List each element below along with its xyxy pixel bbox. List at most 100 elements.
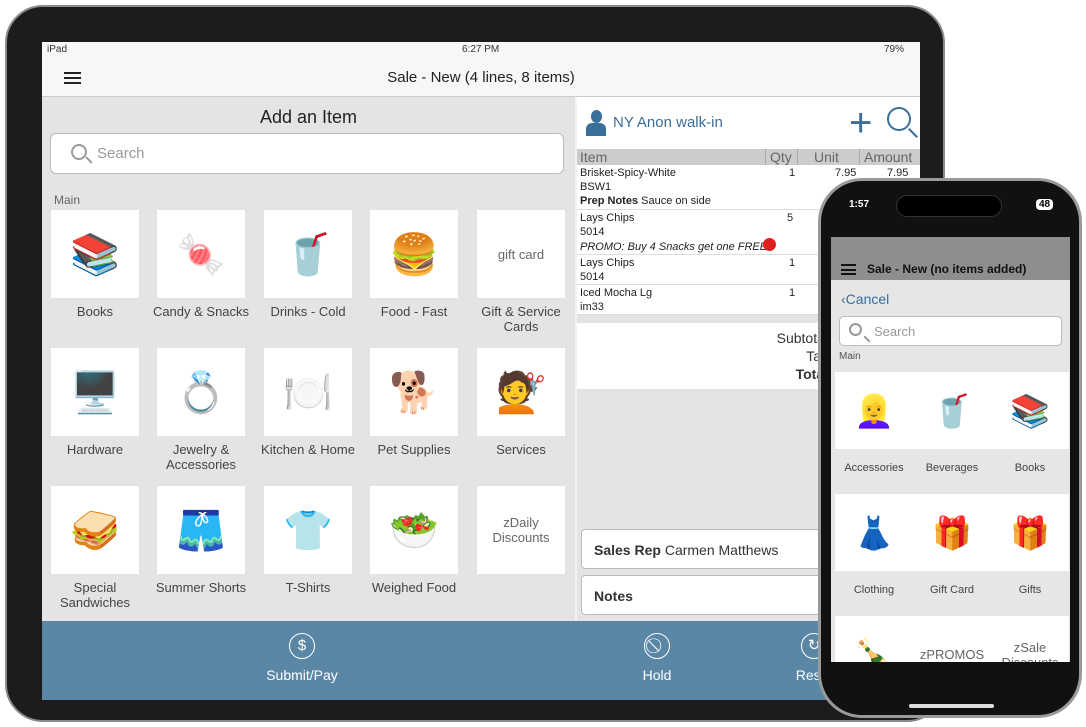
add-item-heading: Add an Item (259, 107, 358, 127)
qty: 1 (789, 287, 796, 299)
item-sku: 5014 (580, 226, 605, 238)
no-entry-icon: ⃠ (644, 633, 670, 659)
add-icon[interactable]: + (849, 103, 872, 143)
category-tile[interactable]: 💍 Jewelry & Accessories (151, 348, 251, 472)
ipad-device: iPad 6:27 PM 79% Sale - New (4 lines, 8 … (5, 5, 945, 722)
category-label: Clothing (853, 584, 895, 596)
battery-level: 79% (884, 44, 905, 55)
phone-clock: 1:57 (849, 199, 870, 210)
category-image: 🎁 (913, 494, 991, 571)
sales-rep-label: Sales Rep (594, 542, 661, 558)
category-label: Special Sandwiches (59, 580, 131, 610)
phone-search-input[interactable]: Search (839, 316, 1062, 346)
category-tile[interactable]: zSale Discounts (991, 616, 1069, 662)
cancel-button[interactable]: ‹Cancel (831, 280, 1070, 316)
table-header: Item Qty Unit Amount (577, 149, 920, 165)
category-tile[interactable]: 📚 Books (991, 372, 1069, 474)
item-sku: BSW1 (580, 181, 612, 193)
tax-label: Tax (577, 347, 828, 365)
submit-pay-button[interactable]: $ Submit/Pay (242, 633, 362, 683)
category-image: 🥤 (913, 372, 991, 449)
category-tile[interactable]: 🖥️ Hardware (45, 348, 145, 457)
category-image: 🖥️ (51, 348, 139, 436)
customer-icon (586, 110, 606, 136)
category-image: 🍔 (370, 210, 458, 298)
item-sku: im33 (580, 301, 604, 313)
qty: 5 (787, 212, 794, 224)
category-tile[interactable]: 🐕 Pet Supplies (364, 348, 464, 457)
page-title: Sale - New (4 lines, 8 items) (387, 69, 575, 86)
home-indicator (909, 704, 994, 708)
category-tile[interactable]: 🩳 Summer Shorts (151, 486, 251, 595)
status-bar: iPad 6:27 PM 79% (42, 42, 920, 58)
category-label: T-Shirts (285, 580, 331, 595)
category-image: 🥪 (51, 486, 139, 574)
iphone-device: 1:57 48 Sale - New (no items added) ‹Can… (818, 178, 1082, 718)
qty: 1 (789, 257, 796, 269)
category-label: Food - Fast (380, 304, 448, 319)
category-tile[interactable]: 🍽️ Kitchen & Home (258, 348, 358, 457)
device-name: iPad (47, 44, 68, 55)
category-label: Jewelry & Accessories (165, 442, 237, 472)
category-label: Drinks - Cold (270, 304, 346, 319)
category-tile[interactable]: zDaily Discounts (471, 486, 571, 580)
ipad-screen: iPad 6:27 PM 79% Sale - New (4 lines, 8 … (42, 42, 920, 700)
subtotal-label: Subtotal (776, 330, 828, 346)
category-label: Pet Supplies (377, 442, 451, 457)
category-tile[interactable]: 🍾 (835, 616, 913, 662)
category-tile[interactable]: 🥤 Beverages (913, 372, 991, 474)
action-bar: $Submit/Pay ⃠Hold ↻Reset (42, 621, 920, 700)
col-item: Item (580, 149, 608, 165)
category-tile[interactable]: 🍬 Candy & Snacks (151, 210, 251, 319)
category-tile[interactable]: 🥪 Special Sandwiches (45, 486, 145, 610)
category-tile[interactable]: 🥗 Weighed Food (364, 486, 464, 595)
dollar-icon: $ (289, 633, 315, 659)
category-image: gift card (477, 210, 565, 298)
category-tile[interactable]: 👕 T-Shirts (258, 486, 358, 595)
category-label: Books (76, 304, 114, 319)
customer-header[interactable]: NY Anon walk-in + (577, 97, 920, 149)
dynamic-island (896, 195, 1002, 217)
promo-text: PROMO: Buy 4 Snacks get one FREE (580, 241, 768, 253)
search-icon (71, 144, 87, 160)
category-tile[interactable]: 🍔 Food - Fast (364, 210, 464, 319)
category-tile[interactable]: 🎁 Gift Card (913, 494, 991, 596)
phone-title: Sale - New (no items added) (867, 262, 1027, 276)
customer-name[interactable]: NY Anon walk-in (613, 114, 723, 131)
col-unit: Unit (797, 149, 839, 165)
category-label: Hardware (66, 442, 124, 457)
category-image: 🎁 (991, 494, 1069, 571)
category-image: 🥤 (264, 210, 352, 298)
category-image: 🐕 (370, 348, 458, 436)
category-tile[interactable]: zPROMOS (913, 616, 991, 662)
category-tile[interactable]: 👱‍♀️ Accessories (835, 372, 913, 474)
search-input[interactable]: Search (50, 133, 564, 174)
category-label: Gift & Service Cards (481, 304, 561, 334)
category-label: Weighed Food (371, 580, 457, 595)
category-image: 🍬 (157, 210, 245, 298)
category-tile[interactable]: 👗 Clothing (835, 494, 913, 596)
category-image: zSale Discounts (991, 616, 1069, 662)
category-image: zPROMOS (913, 616, 991, 662)
category-image: zDaily Discounts (477, 486, 565, 574)
item-name: Iced Mocha Lg (580, 287, 653, 299)
remove-promo-icon[interactable] (763, 238, 776, 251)
category-image: 👱‍♀️ (835, 372, 913, 449)
category-tile[interactable]: 🥤 Drinks - Cold (258, 210, 358, 319)
search-customer-icon[interactable] (887, 107, 911, 131)
clock: 6:27 PM (462, 44, 500, 55)
menu-icon[interactable] (64, 72, 81, 84)
note-text: Sauce on side (641, 195, 711, 207)
category-image: 💍 (157, 348, 245, 436)
category-label: Gift Card (929, 584, 974, 596)
category-tile[interactable]: gift card Gift & Service Cards (471, 210, 571, 334)
category-image: 📚 (51, 210, 139, 298)
category-image: 🥗 (370, 486, 458, 574)
category-tile[interactable]: 📚 Books (45, 210, 145, 319)
sales-rep-value: Carmen Matthews (664, 542, 779, 558)
menu-icon[interactable] (841, 264, 856, 275)
category-tile[interactable]: 🎁 Gifts (991, 494, 1069, 596)
hold-button[interactable]: ⃠Hold (597, 633, 717, 683)
item-name: Lays Chips (580, 257, 635, 269)
category-tile[interactable]: 💇 Services (471, 348, 571, 457)
